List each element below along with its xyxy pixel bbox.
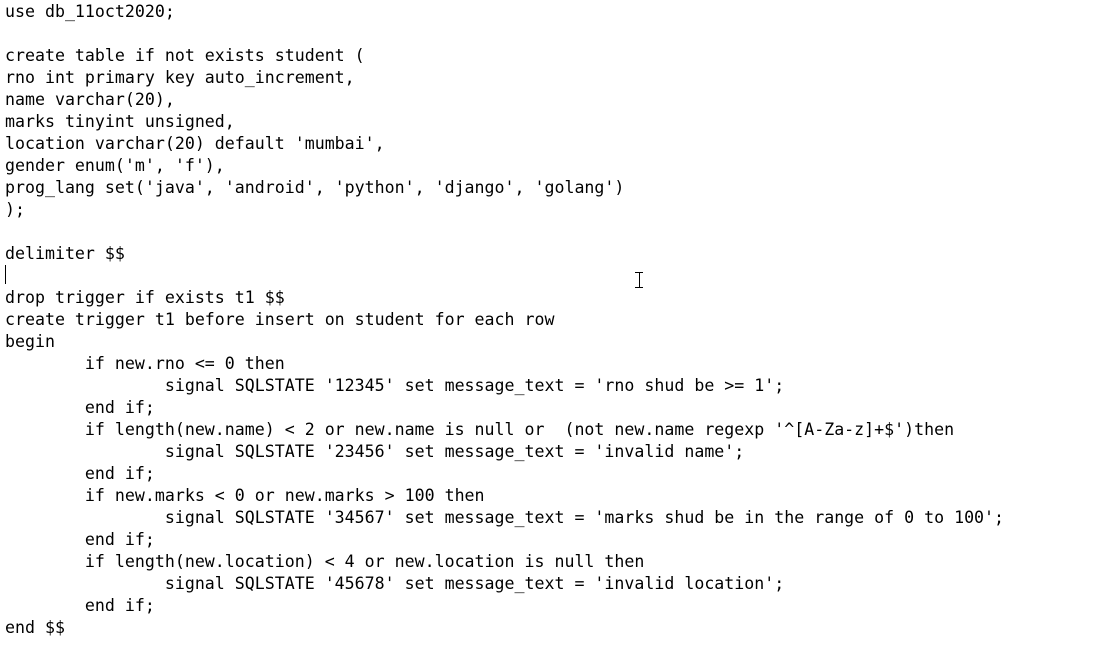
code-line: signal SQLSTATE '23456' set message_text… — [5, 442, 745, 461]
code-line: create table if not exists student ( — [5, 46, 365, 65]
ibeam-cursor-icon — [635, 272, 643, 288]
code-line: delimiter $$ — [5, 244, 125, 263]
code-line: end if; — [5, 464, 155, 483]
code-line: if new.rno <= 0 then — [5, 354, 285, 373]
code-line: prog_lang set('java', 'android', 'python… — [5, 178, 625, 197]
code-line: signal SQLSTATE '45678' set message_text… — [5, 574, 785, 593]
code-line: if length(new.location) < 4 or new.locat… — [5, 552, 645, 571]
code-line: marks tinyint unsigned, — [5, 112, 235, 131]
code-line: end if; — [5, 398, 155, 417]
code-line: drop trigger if exists t1 $$ — [5, 288, 285, 307]
text-editor[interactable]: use db_11oct2020; create table if not ex… — [0, 0, 1119, 659]
code-line: rno int primary key auto_increment, — [5, 68, 355, 87]
code-line: location varchar(20) default 'mumbai', — [5, 134, 385, 153]
code-line: begin — [5, 332, 55, 351]
code-line: end if; — [5, 596, 155, 615]
code-line: gender enum('m', 'f'), — [5, 156, 225, 175]
code-line: if length(new.name) < 2 or new.name is n… — [5, 420, 955, 439]
code-content[interactable]: use db_11oct2020; create table if not ex… — [5, 1, 1004, 639]
code-line: create trigger t1 before insert on stude… — [5, 310, 555, 329]
code-line: end $$ — [5, 618, 65, 637]
code-line: signal SQLSTATE '34567' set message_text… — [5, 508, 1005, 527]
text-caret — [5, 265, 6, 284]
code-line: name varchar(20), — [5, 90, 175, 109]
code-line: if new.marks < 0 or new.marks > 100 then — [5, 486, 485, 505]
code-line: end if; — [5, 530, 155, 549]
code-line: ); — [5, 200, 25, 219]
code-line: use db_11oct2020; — [5, 2, 175, 21]
code-line: signal SQLSTATE '12345' set message_text… — [5, 376, 785, 395]
